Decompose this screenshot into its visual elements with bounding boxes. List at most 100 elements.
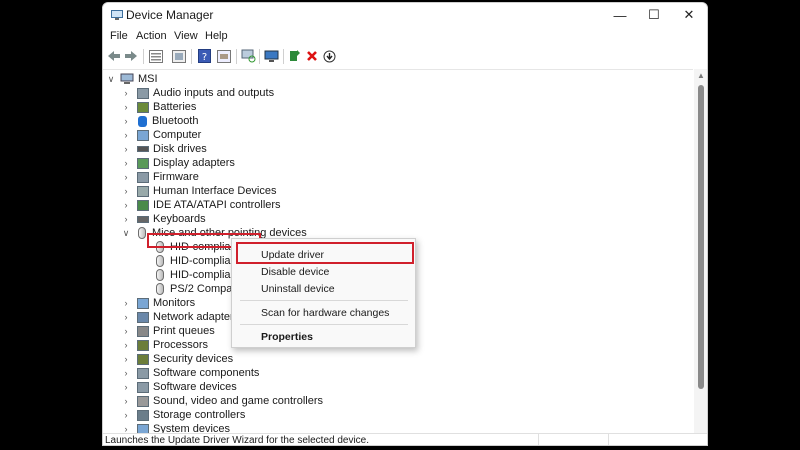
tree-item-keyboards[interactable]: › Keyboards (121, 212, 206, 226)
mouse-icon (138, 227, 146, 239)
minimize-button[interactable]: — (603, 3, 637, 27)
chevron-down-icon[interactable]: ∨ (121, 228, 131, 239)
tree-item-storage[interactable]: › Storage controllers (121, 408, 246, 422)
monitor-icon (137, 297, 149, 309)
tree-item-software-components[interactable]: › Software components (121, 366, 260, 380)
chevron-right-icon[interactable]: › (121, 102, 131, 112)
tree-item-network[interactable]: › Network adapters (121, 310, 240, 324)
battery-icon (137, 101, 149, 113)
chevron-right-icon[interactable]: › (121, 116, 131, 126)
tree-item-hid[interactable]: › Human Interface Devices (121, 184, 277, 198)
tree-item-display-adapters[interactable]: › Display adapters (121, 156, 235, 170)
tree-item-label: Keyboards (153, 213, 206, 225)
printer-icon (137, 325, 149, 337)
tree-item-firmware[interactable]: › Firmware (121, 170, 199, 184)
tree-item-computer[interactable]: › Computer (121, 128, 202, 142)
computer-icon (120, 73, 134, 84)
status-text: Launches the Update Driver Wizard for th… (105, 435, 370, 446)
tree-item-print-queues[interactable]: › Print queues (121, 324, 215, 338)
chevron-right-icon[interactable]: › (121, 410, 131, 420)
properties-icon[interactable] (148, 48, 164, 64)
add-legacy-icon[interactable] (263, 48, 279, 64)
tree-root-label: MSI (138, 73, 158, 85)
chevron-right-icon[interactable]: › (121, 186, 131, 196)
menu-uninstall-device[interactable]: Uninstall device (232, 281, 415, 297)
tree-item-label: Software devices (153, 381, 237, 393)
tree-item-label: Network adapters (153, 311, 240, 323)
chevron-right-icon[interactable]: › (121, 340, 131, 350)
chevron-right-icon[interactable]: › (121, 214, 131, 224)
menu-separator (240, 324, 408, 325)
tree-item-processors[interactable]: › Processors (121, 338, 209, 352)
tree-item-batteries[interactable]: › Batteries (121, 100, 197, 114)
chevron-right-icon[interactable]: › (121, 144, 131, 154)
scan-computer-icon[interactable] (240, 48, 256, 64)
title-bar[interactable]: Device Manager — ☐ ✕ (103, 3, 707, 27)
uninstall-x-icon[interactable] (304, 48, 320, 64)
chevron-right-icon[interactable]: › (121, 172, 131, 182)
tree-item-label: Security devices (153, 353, 234, 365)
menu-action[interactable]: Action (136, 30, 167, 42)
back-arrow-icon[interactable] (106, 48, 122, 64)
storage-controller-icon (137, 409, 149, 421)
tree-item-label: Disk drives (153, 143, 207, 155)
window-title: Device Manager (126, 8, 214, 22)
update-driver-highlight (236, 242, 414, 264)
menu-help[interactable]: Help (205, 30, 228, 42)
chevron-down-icon[interactable]: ∨ (106, 74, 116, 85)
chevron-right-icon[interactable]: › (121, 382, 131, 392)
tree-item-label: Firmware (153, 171, 199, 183)
menu-file[interactable]: File (110, 30, 128, 42)
chevron-right-icon[interactable]: › (121, 354, 131, 364)
tree-item-label: Monitors (153, 297, 196, 309)
menu-scan-hardware[interactable]: Scan for hardware changes (232, 305, 415, 321)
update-driver-toolbar-icon[interactable] (287, 48, 303, 64)
vertical-scrollbar[interactable]: ▲ (694, 69, 707, 433)
show-hide-icon[interactable] (171, 48, 187, 64)
chevron-right-icon[interactable]: › (121, 298, 131, 308)
menu-view[interactable]: View (174, 30, 198, 42)
mouse-icon (156, 255, 164, 267)
tree-item-audio[interactable]: › Audio inputs and outputs (121, 86, 275, 100)
tree-item-label: IDE ATA/ATAPI controllers (153, 199, 281, 211)
driver-icon[interactable] (216, 48, 232, 64)
tree-item-label: Bluetooth (152, 115, 199, 127)
tree-item-label: Software components (153, 367, 260, 379)
help-icon[interactable]: ? (196, 48, 212, 64)
close-button[interactable]: ✕ (672, 3, 706, 27)
scrollbar-thumb[interactable] (698, 85, 704, 389)
display-adapter-icon (137, 157, 149, 169)
chevron-right-icon[interactable]: › (121, 326, 131, 336)
menu-properties[interactable]: Properties (232, 329, 415, 345)
tree-item-label: Human Interface Devices (153, 185, 277, 197)
tree-item-label: Processors (153, 339, 209, 351)
hid-icon (137, 185, 149, 197)
tree-item-disk-drives[interactable]: › Disk drives (121, 142, 207, 156)
forward-arrow-icon[interactable] (123, 48, 139, 64)
tree-item-sound[interactable]: › Sound, video and game controllers (121, 394, 324, 408)
scroll-up-arrow-icon[interactable]: ▲ (697, 71, 705, 80)
disk-drive-icon (137, 146, 149, 152)
chevron-right-icon[interactable]: › (121, 158, 131, 168)
tree-root[interactable]: ∨ MSI (106, 72, 158, 86)
ide-controller-icon (137, 199, 149, 211)
download-arrow-icon[interactable] (321, 48, 337, 64)
chevron-right-icon[interactable]: › (121, 130, 131, 140)
chevron-right-icon[interactable]: › (121, 396, 131, 406)
tree-item-monitors[interactable]: › Monitors (121, 296, 196, 310)
menu-disable-device[interactable]: Disable device (232, 264, 415, 280)
chevron-right-icon[interactable]: › (121, 88, 131, 98)
tree-item-label: Storage controllers (153, 409, 246, 421)
tree-item-ide[interactable]: › IDE ATA/ATAPI controllers (121, 198, 281, 212)
tree-item-bluetooth[interactable]: › Bluetooth (121, 114, 199, 128)
maximize-button[interactable]: ☐ (637, 3, 671, 27)
security-device-icon (137, 353, 149, 365)
tree-item-software-devices[interactable]: › Software devices (121, 380, 237, 394)
tree-item-security[interactable]: › Security devices (121, 352, 234, 366)
mouse-icon (156, 269, 164, 281)
chevron-right-icon[interactable]: › (121, 200, 131, 210)
chevron-right-icon[interactable]: › (121, 368, 131, 378)
chevron-right-icon[interactable]: › (121, 312, 131, 322)
network-adapter-icon (137, 311, 149, 323)
tree-item-label: Sound, video and game controllers (153, 395, 323, 407)
